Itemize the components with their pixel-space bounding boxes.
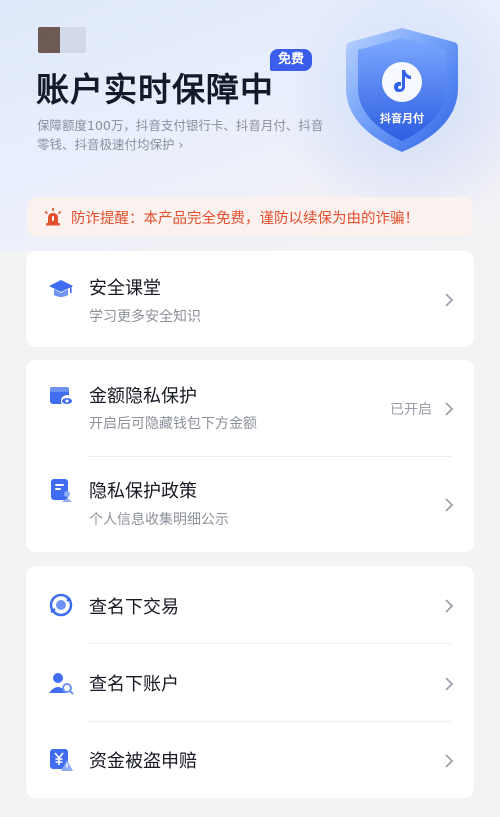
shield-icon: 抖音月付 [340, 24, 464, 156]
chevron-right-icon [444, 598, 454, 613]
search-transaction-icon [48, 592, 74, 618]
chevron-right-icon [444, 676, 454, 691]
wallet-eye-icon [48, 383, 74, 409]
page-title: 账户实时保障中 [36, 70, 274, 109]
document-person-icon [48, 477, 74, 503]
security-class-card: 安全课堂 学习更多安全知识 [26, 251, 474, 347]
chevron-right-icon [444, 753, 454, 768]
chevron-right-icon: › [178, 137, 184, 152]
coverage-description[interactable]: 保障额度100万，抖音支付银行卡、抖音月付、抖音零钱、抖音极速付均保护 › [37, 116, 329, 154]
account-services-card: 查名下交易 查名下账户 资金被盗申赔 [26, 566, 474, 798]
yuan-warning-icon [48, 747, 74, 773]
chevron-right-icon [444, 497, 454, 512]
person-search-icon [48, 670, 74, 696]
check-transactions-row[interactable]: 查名下交易 [26, 566, 474, 644]
fraud-notice: 防诈提醒：本产品完全免费，谨防以续保为由的诈骗！ [27, 197, 473, 237]
security-class-desc: 学习更多安全知识 [89, 309, 201, 325]
amount-privacy-desc: 开启后可隐藏钱包下方金额 [89, 416, 257, 432]
fraud-notice-text: 防诈提醒：本产品完全免费，谨防以续保为由的诈骗！ [71, 210, 419, 227]
chevron-right-icon [444, 292, 454, 307]
privacy-policy-desc: 个人信息收集明细公示 [89, 512, 229, 528]
privacy-card: 金额隐私保护 开启后可隐藏钱包下方金额 已开启 隐私保护政策 个人信息收集明细公… [26, 360, 474, 552]
alarm-icon [43, 207, 63, 227]
fund-theft-claim-row[interactable]: 资金被盗申赔 [26, 722, 474, 798]
security-class-label: 安全课堂 [89, 278, 161, 299]
shield-label: 抖音月付 [380, 112, 424, 125]
check-accounts-label: 查名下账户 [89, 674, 179, 695]
security-class-row[interactable]: 安全课堂 学习更多安全知识 [26, 251, 474, 347]
amount-privacy-label: 金额隐私保护 [89, 386, 197, 407]
privacy-policy-label: 隐私保护政策 [89, 481, 197, 502]
amount-privacy-status: 已开启 [390, 402, 432, 418]
chevron-right-icon [444, 401, 454, 416]
check-transactions-label: 查名下交易 [89, 597, 179, 618]
avatar [38, 27, 86, 53]
privacy-policy-row[interactable]: 隐私保护政策 个人信息收集明细公示 [26, 456, 474, 552]
free-badge: 免费 [270, 49, 313, 71]
amount-privacy-row[interactable]: 金额隐私保护 开启后可隐藏钱包下方金额 已开启 [26, 360, 474, 456]
graduation-cap-icon [48, 276, 74, 302]
fund-theft-claim-label: 资金被盗申赔 [89, 751, 197, 772]
check-accounts-row[interactable]: 查名下账户 [26, 644, 474, 722]
